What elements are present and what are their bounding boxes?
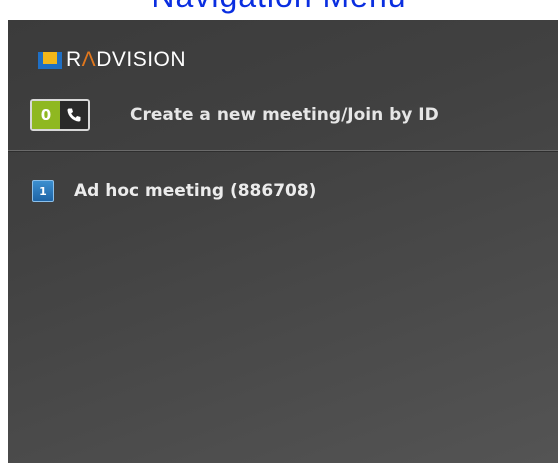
- meeting-label: Ad hoc meeting (886708): [74, 181, 317, 201]
- radvision-logo: RΛDVISION: [38, 48, 186, 72]
- phone-icon: [60, 101, 88, 129]
- page-heading-cropped: Navigation Menu: [0, 0, 558, 15]
- create-join-meeting-item[interactable]: 0 Create a new meeting/Join by ID: [30, 98, 439, 132]
- meeting-index-badge: 1: [32, 180, 54, 202]
- key-zero: 0: [32, 101, 60, 129]
- meeting-menu-panel: RΛDVISION 0 Create a new meeting/Join by…: [8, 20, 558, 463]
- meeting-list-item[interactable]: 1 Ad hoc meeting (886708): [32, 176, 316, 206]
- radvision-logo-text: RΛDVISION: [66, 48, 187, 71]
- section-divider: [8, 150, 558, 152]
- radvision-logo-mark: [38, 51, 62, 69]
- page-header-strip: Navigation Menu: [0, 0, 558, 20]
- key-shortcut-badge: 0: [30, 99, 90, 131]
- create-join-label: Create a new meeting/Join by ID: [130, 105, 439, 125]
